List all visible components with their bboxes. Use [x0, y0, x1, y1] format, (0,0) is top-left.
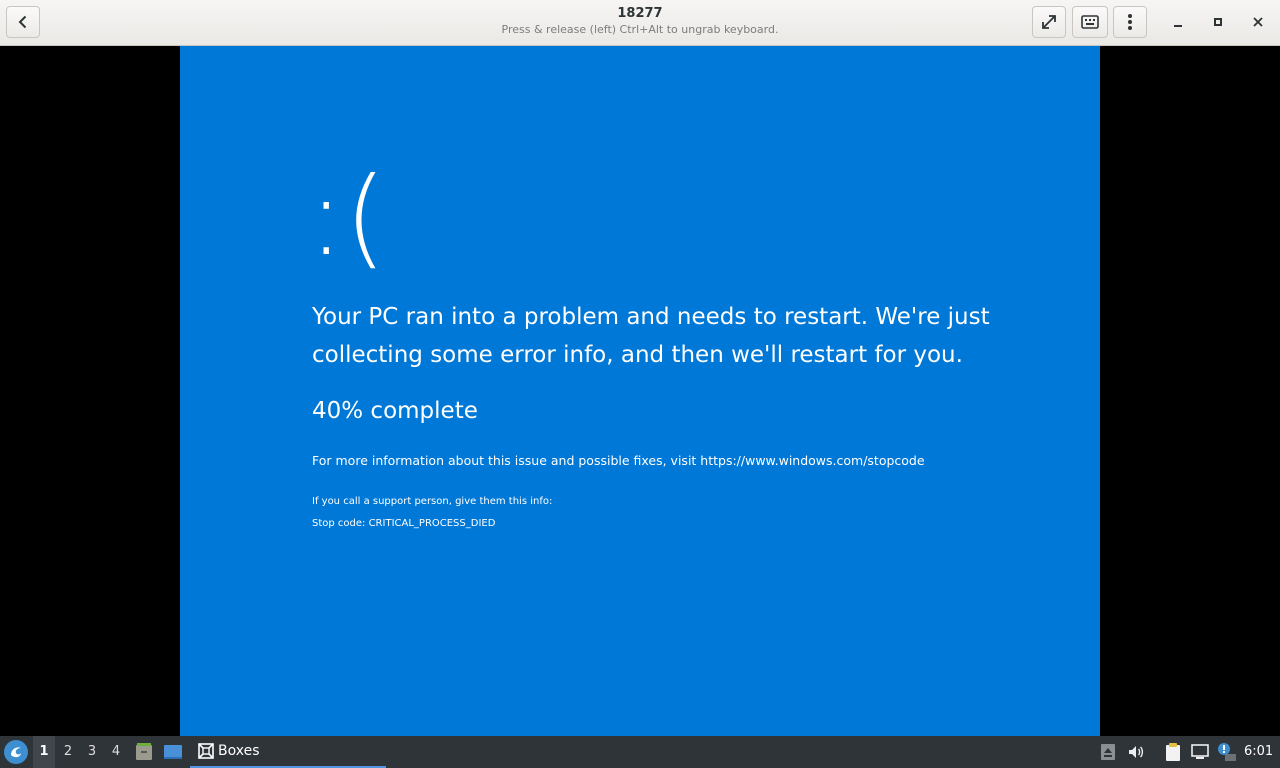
clipboard-tray[interactable] — [1163, 742, 1183, 762]
file-manager-launcher[interactable] — [134, 742, 154, 762]
close-icon — [1253, 17, 1263, 27]
boxes-app-icon — [198, 743, 214, 759]
tray-expand-button[interactable] — [1098, 742, 1118, 762]
task-boxes[interactable]: Boxes — [190, 736, 386, 768]
vm-display[interactable]: :( Your PC ran into a problem and needs … — [180, 46, 1100, 736]
close-button[interactable] — [1248, 12, 1268, 32]
sad-face: :( — [308, 155, 387, 280]
volume-tray[interactable] — [1126, 742, 1146, 762]
workspace-1[interactable]: 1 — [33, 736, 55, 768]
workspace-3[interactable]: 3 — [81, 736, 103, 768]
update-notification-icon — [1218, 743, 1236, 761]
volume-icon — [1129, 746, 1144, 758]
menu-button[interactable] — [1113, 6, 1147, 38]
back-icon — [18, 15, 27, 29]
window-subtitle: Press & release (left) Ctrl+Alt to ungra… — [501, 23, 779, 36]
progress-text: 40% complete — [312, 398, 478, 424]
show-desktop-launcher[interactable] — [163, 742, 183, 762]
menu-icon — [1128, 14, 1132, 30]
keyboard-icon — [1081, 15, 1099, 29]
start-menu-button[interactable] — [4, 740, 28, 764]
keyboard-button[interactable] — [1072, 6, 1108, 38]
clock[interactable]: 6:01 — [1244, 736, 1273, 768]
file-manager-icon — [136, 743, 152, 760]
distro-logo-icon — [11, 747, 21, 758]
header-bar: 18277 Press & release (left) Ctrl+Alt to… — [0, 0, 1280, 46]
minimize-button[interactable] — [1168, 12, 1188, 32]
support-text: If you call a support person, give them … — [312, 496, 553, 507]
maximize-button[interactable] — [1208, 12, 1228, 32]
error-message: Your PC ran into a problem and needs to … — [312, 304, 990, 368]
workspace-2[interactable]: 2 — [57, 736, 79, 768]
clipboard-icon — [1166, 743, 1180, 761]
back-button[interactable] — [6, 6, 40, 38]
network-tray[interactable] — [1190, 742, 1210, 762]
info-text: For more information about this issue an… — [312, 453, 925, 468]
fullscreen-icon — [1042, 15, 1056, 29]
desktop-icon — [164, 745, 182, 759]
window-title: 18277 — [617, 6, 663, 21]
workspace-4[interactable]: 4 — [105, 736, 127, 768]
stop-code: Stop code: CRITICAL_PROCESS_DIED — [312, 518, 496, 529]
minimize-icon — [1174, 25, 1182, 27]
network-wired-icon — [1191, 744, 1209, 759]
maximize-icon — [1214, 18, 1222, 26]
taskbar: 1 2 3 4 Boxes 6:01 — [0, 736, 1280, 768]
fullscreen-button[interactable] — [1032, 6, 1066, 38]
window-title-area: 18277 Press & release (left) Ctrl+Alt to… — [340, 6, 940, 38]
update-notifier-tray[interactable] — [1217, 742, 1237, 762]
eject-icon — [1101, 744, 1115, 760]
task-label: Boxes — [218, 743, 260, 759]
